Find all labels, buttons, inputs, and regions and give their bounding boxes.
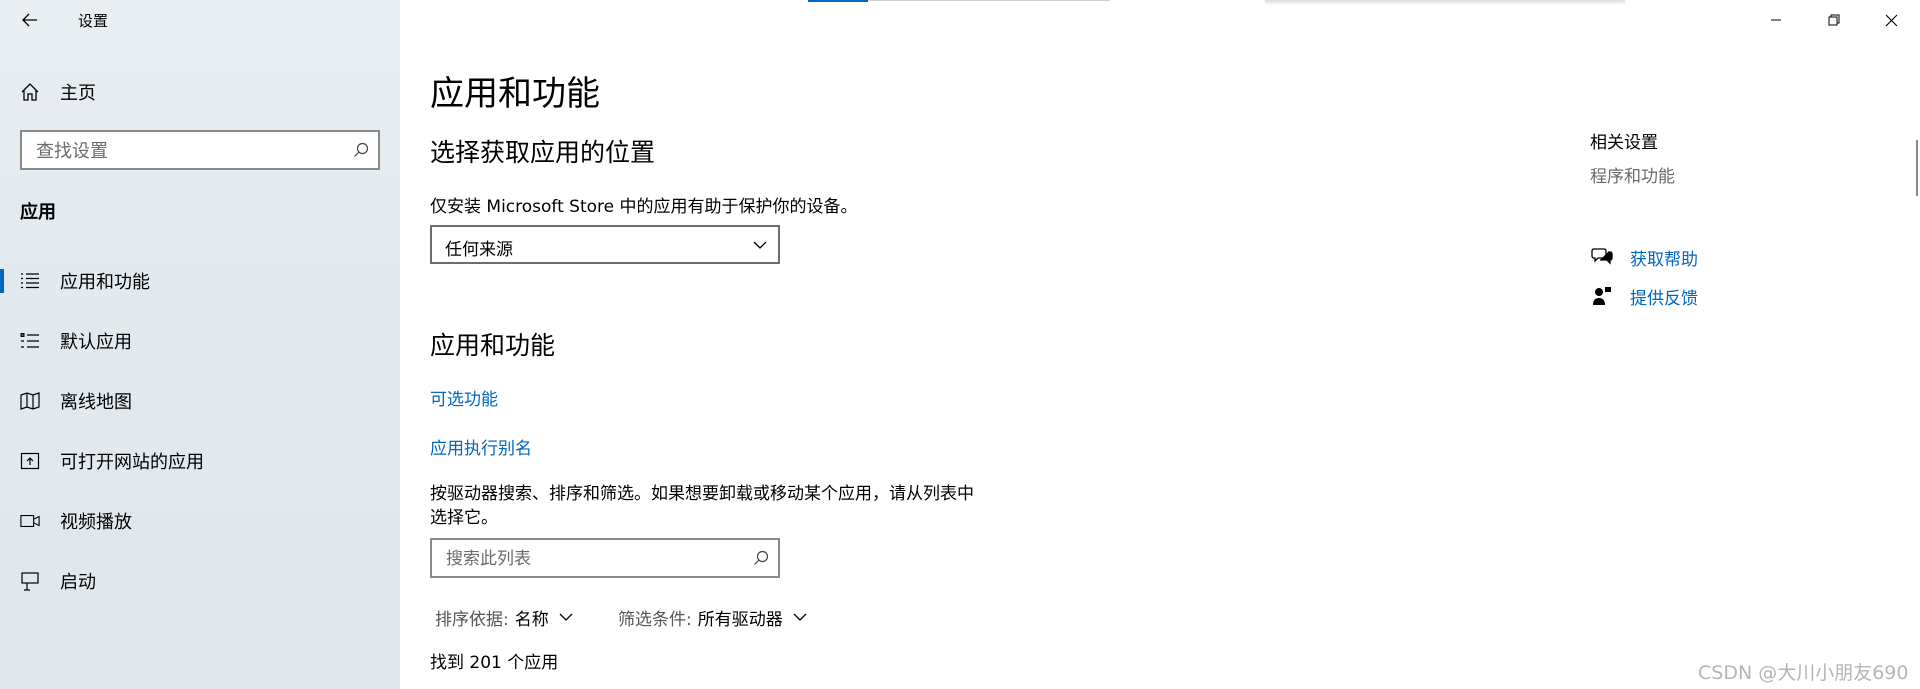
sidebar-item-offline-maps[interactable]: 离线地图 (0, 377, 400, 425)
app-list-search-box[interactable] (430, 538, 780, 578)
apps-section-description: 按驱动器搜索、排序和筛选。如果想要卸载或移动某个应用，请从列表中 选择它。 (430, 482, 974, 530)
sidebar-item-startup[interactable]: 启动 (0, 557, 400, 605)
main-content: 应用和功能 选择获取应用的位置 仅安装 Microsoft Store 中的应用… (400, 0, 1920, 689)
apps-description-line1: 按驱动器搜索、排序和筛选。如果想要卸载或移动某个应用，请从列表中 (430, 484, 974, 504)
app-list-search-input[interactable] (444, 540, 725, 578)
apps-section-heading: 应用和功能 (430, 331, 556, 360)
window-title: 设置 (78, 12, 109, 30)
sidebar-home[interactable]: 主页 (0, 68, 400, 116)
feedback-person-icon (1590, 284, 1614, 308)
scroll-hint-bar (808, 0, 868, 2)
default-apps-icon (20, 331, 40, 351)
related-settings-heading: 相关设置 (1590, 133, 1658, 153)
page-title: 应用和功能 (430, 74, 600, 114)
video-playback-icon (20, 511, 40, 531)
back-arrow-icon (22, 13, 37, 27)
sidebar-item-label: 离线地图 (60, 392, 132, 413)
chevron-down-icon (752, 237, 768, 253)
sidebar-item-label: 启动 (60, 572, 96, 593)
sort-dropdown[interactable]: 排序依据: 名称 (435, 605, 573, 630)
chat-help-icon (1590, 245, 1614, 269)
close-icon (1885, 14, 1897, 26)
sidebar-item-label: 默认应用 (60, 332, 132, 353)
sidebar-item-label: 可打开网站的应用 (60, 452, 204, 473)
optional-features-link[interactable]: 可选功能 (430, 385, 498, 410)
sidebar: 设置 主页 应用 应用和功能 (0, 0, 400, 689)
sort-value: 名称 (514, 609, 549, 630)
scrollbar-thumb[interactable] (1916, 140, 1918, 196)
programs-features-link[interactable]: 程序和功能 (1590, 162, 1675, 187)
get-help-link[interactable]: 获取帮助 (1590, 244, 1698, 270)
apps-for-websites-icon (20, 451, 40, 471)
app-source-dropdown[interactable]: 任何来源 (430, 225, 780, 264)
sidebar-item-default-apps[interactable]: 默认应用 (0, 317, 400, 365)
chevron-down-icon (559, 613, 573, 622)
give-feedback-link[interactable]: 提供反馈 (1590, 283, 1698, 309)
sidebar-item-label: 应用和功能 (60, 272, 150, 293)
watermark: CSDN @大川小朋友690 (1698, 662, 1909, 684)
apps-description-line2: 选择它。 (430, 508, 498, 528)
filter-dropdown[interactable]: 筛选条件: 所有驱动器 (618, 605, 807, 630)
chevron-down-icon (793, 613, 807, 622)
search-icon[interactable] (752, 549, 770, 567)
filter-label: 筛选条件: (618, 609, 692, 630)
sidebar-item-apps-for-websites[interactable]: 可打开网站的应用 (0, 437, 400, 485)
active-indicator (0, 269, 4, 293)
sort-label: 排序依据: (435, 609, 509, 630)
app-count: 找到 201 个应用 (430, 653, 559, 673)
give-feedback-label: 提供反馈 (1630, 288, 1698, 309)
scroll-hint-bar (1265, 0, 1625, 2)
sidebar-section-title: 应用 (20, 202, 56, 223)
restore-icon (1828, 14, 1840, 26)
restore-button[interactable] (1806, 0, 1862, 40)
install-section-description: 仅安装 Microsoft Store 中的应用有助于保护你的设备。 (430, 197, 858, 217)
get-help-label: 获取帮助 (1630, 249, 1698, 270)
minimize-button[interactable] (1748, 0, 1804, 40)
app-source-value: 任何来源 (445, 240, 513, 260)
sidebar-item-apps-features[interactable]: 应用和功能 (0, 257, 400, 305)
sidebar-item-video-playback[interactable]: 视频播放 (0, 497, 400, 545)
startup-icon (20, 571, 40, 591)
offline-maps-icon (20, 391, 40, 411)
close-button[interactable] (1863, 0, 1919, 40)
filter-value: 所有驱动器 (697, 609, 783, 630)
back-button[interactable] (12, 0, 48, 40)
search-icon[interactable] (352, 141, 370, 159)
settings-search-box[interactable] (20, 130, 380, 170)
sidebar-item-label: 视频播放 (60, 512, 132, 533)
apps-features-icon (20, 271, 40, 291)
sidebar-home-label: 主页 (60, 83, 96, 104)
minimize-icon (1771, 19, 1781, 21)
home-icon (20, 82, 40, 102)
settings-search-input[interactable] (34, 132, 323, 170)
install-section-heading: 选择获取应用的位置 (430, 138, 656, 167)
app-execution-alias-link[interactable]: 应用执行别名 (430, 434, 532, 459)
scroll-hint-bar (868, 0, 1110, 1)
